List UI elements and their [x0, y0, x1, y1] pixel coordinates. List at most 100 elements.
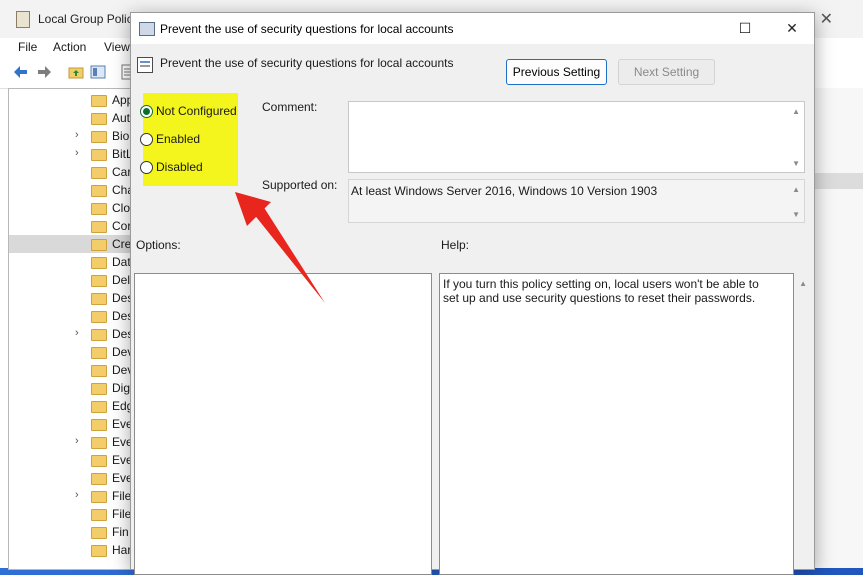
options-pane	[134, 273, 432, 575]
expand-chevron-icon[interactable]: ›	[75, 327, 79, 339]
tree-item[interactable]: Car	[9, 163, 134, 181]
menu-action[interactable]: Action	[53, 40, 86, 54]
folder-icon	[91, 185, 107, 197]
radio-label: Enabled	[156, 132, 201, 146]
folder-icon	[91, 275, 107, 287]
tree-item[interactable]: › Des	[9, 325, 134, 343]
tree-item-label: Dat	[112, 255, 131, 269]
folder-icon	[91, 149, 107, 161]
tree-item[interactable]: Eve	[9, 469, 134, 487]
tree-item[interactable]: Dat	[9, 253, 134, 271]
radio-button[interactable]	[140, 161, 153, 174]
folder-icon	[91, 95, 107, 107]
expand-chevron-icon[interactable]: ›	[75, 435, 79, 447]
comment-textbox[interactable]: ▲ ▼	[348, 101, 805, 173]
folder-icon	[91, 383, 107, 395]
help-pane: If you turn this policy setting on, loca…	[439, 273, 807, 575]
folder-icon	[91, 329, 107, 341]
show-hide-tree-icon[interactable]	[90, 64, 106, 80]
tree-item-label: File	[112, 507, 132, 521]
tree-item[interactable]: › File	[9, 487, 134, 505]
radio-not-configured[interactable]: Not Configured	[140, 102, 250, 122]
scroll-down-icon[interactable]: ▼	[792, 210, 800, 219]
tree-item-label: Car	[112, 165, 132, 179]
policy-editor-app-icon	[16, 11, 30, 28]
background-close-icon[interactable]: ✕	[820, 9, 833, 29]
close-icon[interactable]: ✕	[781, 19, 803, 37]
previous-setting-button[interactable]: Previous Setting	[506, 59, 607, 85]
folder-icon	[91, 203, 107, 215]
next-setting-button[interactable]: Next Setting	[618, 59, 715, 85]
tree-item[interactable]: Dev	[9, 343, 134, 361]
tree-item-label: Bio	[112, 129, 130, 143]
tree-item[interactable]: Cor	[9, 217, 134, 235]
tree-item-label: Har	[112, 543, 132, 557]
tree-item-label: Clo	[112, 201, 131, 215]
policy-list-pane	[815, 88, 863, 568]
tree-item-label: Fin	[112, 525, 129, 539]
tree-item[interactable]: Des	[9, 289, 134, 307]
tree-item[interactable]: Har	[9, 541, 134, 559]
tree-item[interactable]: App	[9, 91, 134, 109]
scroll-up-icon[interactable]: ▲	[792, 185, 800, 194]
folder-icon	[91, 545, 107, 557]
radio-enabled[interactable]: Enabled	[140, 130, 250, 150]
tree-item[interactable]: Cre	[9, 235, 134, 253]
scroll-down-icon[interactable]: ▼	[792, 159, 800, 168]
radio-button[interactable]	[140, 133, 153, 146]
tree-item-label: Dig	[112, 381, 131, 395]
tree-item[interactable]: › Bio	[9, 127, 134, 145]
tree-item[interactable]: Des	[9, 307, 134, 325]
folder-icon	[91, 221, 107, 233]
tree-item[interactable]: Dig	[9, 379, 134, 397]
supported-on-field: At least Windows Server 2016, Windows 10…	[348, 179, 805, 223]
up-folder-icon[interactable]	[68, 64, 84, 80]
policy-tree-pane[interactable]: App Aut › Bio › BitL Car Cha Clo Cor Cre Dat Deli Des…	[8, 88, 135, 570]
folder-icon	[91, 365, 107, 377]
tree-item[interactable]: Edg	[9, 397, 134, 415]
forward-arrow-icon[interactable]	[36, 64, 52, 80]
tree-item[interactable]: File	[9, 505, 134, 523]
folder-icon	[91, 455, 107, 467]
menu-view[interactable]: View	[104, 40, 130, 54]
folder-icon	[91, 527, 107, 539]
scroll-up-icon[interactable]: ▲	[792, 107, 800, 116]
dialog-title: Prevent the use of security questions fo…	[160, 22, 454, 36]
folder-icon	[91, 311, 107, 323]
radio-label: Not Configured	[156, 104, 237, 118]
help-label: Help:	[441, 238, 470, 252]
tree-item[interactable]: Fin	[9, 523, 134, 541]
tree-item[interactable]: Dev	[9, 361, 134, 379]
expand-chevron-icon[interactable]: ›	[75, 129, 79, 141]
setting-icon	[137, 57, 153, 73]
help-scroll-up-icon[interactable]: ▲	[799, 279, 807, 288]
expand-chevron-icon[interactable]: ›	[75, 147, 79, 159]
expand-chevron-icon[interactable]: ›	[75, 489, 79, 501]
tree-item[interactable]: Clo	[9, 199, 134, 217]
setting-title: Prevent the use of security questions fo…	[160, 56, 454, 70]
back-arrow-icon[interactable]	[13, 64, 29, 80]
folder-icon	[91, 293, 107, 305]
folder-icon	[91, 347, 107, 359]
folder-icon	[91, 167, 107, 179]
folder-icon	[91, 113, 107, 125]
tree-item[interactable]: Eve	[9, 451, 134, 469]
maximize-icon[interactable]: ☐	[734, 19, 756, 37]
radio-disabled[interactable]: Disabled	[140, 158, 250, 178]
comment-label: Comment:	[262, 100, 318, 114]
tree-item[interactable]: Eve	[9, 415, 134, 433]
selected-list-row[interactable]	[815, 173, 863, 189]
tree-item[interactable]: › BitL	[9, 145, 134, 163]
folder-icon	[91, 437, 107, 449]
dialog-title-bar: Prevent the use of security questions fo…	[131, 13, 814, 44]
tree-item[interactable]: Cha	[9, 181, 134, 199]
folder-icon	[91, 509, 107, 521]
tree-item-label: Cor	[112, 219, 132, 233]
radio-button-checked[interactable]	[140, 105, 153, 118]
menu-file[interactable]: File	[18, 40, 37, 54]
folder-icon	[91, 491, 107, 503]
tree-item[interactable]: Aut	[9, 109, 134, 127]
tree-item[interactable]: › Eve	[9, 433, 134, 451]
tree-item[interactable]: Deli	[9, 271, 134, 289]
folder-icon	[91, 239, 107, 251]
